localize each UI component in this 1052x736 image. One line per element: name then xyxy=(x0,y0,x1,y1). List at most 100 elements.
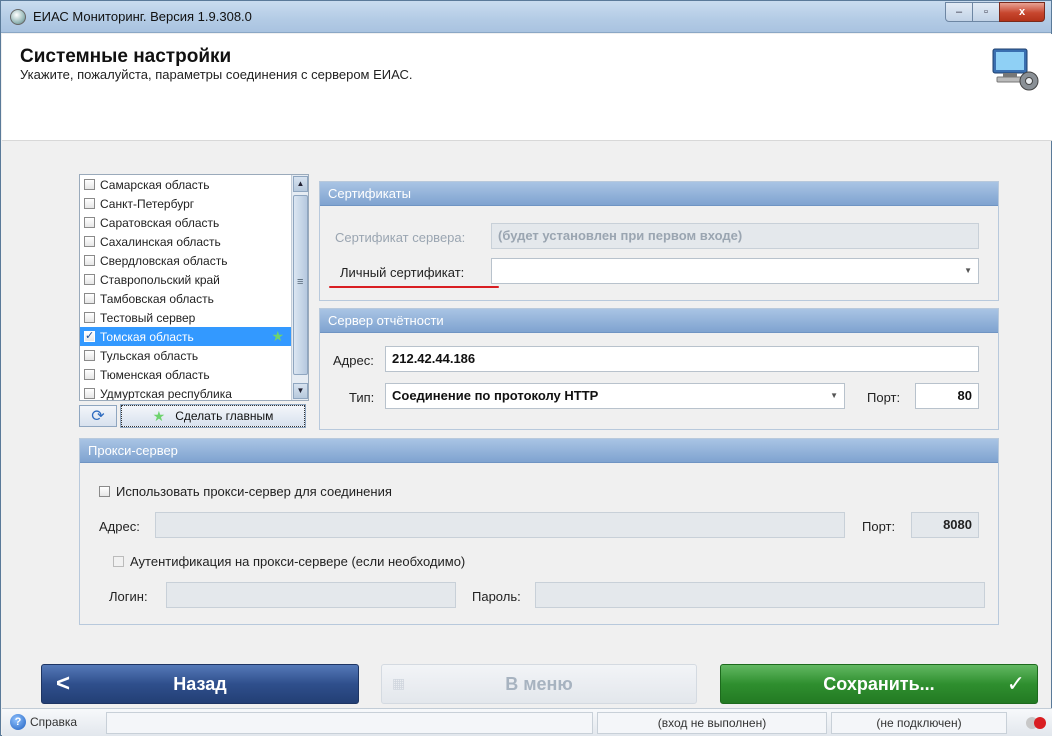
proxy-address-label: Адрес: xyxy=(99,519,140,534)
login-status: (вход не выполнен) xyxy=(597,712,827,734)
menu-icon: ▦ xyxy=(392,675,406,691)
list-item[interactable]: Тамбовская область xyxy=(80,289,308,308)
menu-label: В меню xyxy=(505,673,573,694)
menu-button: ▦ В меню xyxy=(381,664,697,704)
chevron-left-icon: < xyxy=(56,670,71,697)
region-checkbox[interactable] xyxy=(84,369,95,380)
region-checkbox[interactable] xyxy=(84,274,95,285)
server-port-input[interactable]: 80 xyxy=(915,383,979,409)
refresh-icon: ⟳ xyxy=(91,408,105,425)
red-dot-icon xyxy=(1034,717,1046,729)
proxy-login-input xyxy=(166,582,456,608)
region-label: Ставропольский край xyxy=(100,272,220,287)
connection-indicator xyxy=(1026,717,1046,729)
proxy-password-label: Пароль: xyxy=(472,589,521,604)
region-checkbox[interactable] xyxy=(84,312,95,323)
chevron-down-icon[interactable]: ▼ xyxy=(964,259,972,283)
server-port-label: Порт: xyxy=(867,390,901,405)
region-checkbox[interactable] xyxy=(84,329,95,342)
region-checkbox[interactable] xyxy=(84,179,95,190)
region-label: Самарская область xyxy=(100,177,210,192)
personal-certificate-label: Личный сертификат: xyxy=(340,265,465,280)
window-controls: – ▫ x xyxy=(945,2,1045,22)
region-checkbox[interactable] xyxy=(84,198,95,209)
checkbox-box[interactable] xyxy=(99,486,110,497)
scroll-thumb[interactable] xyxy=(293,195,308,375)
make-main-label: Сделать главным xyxy=(175,409,274,423)
status-bar: ? Справка (вход не выполнен) (не подключ… xyxy=(2,708,1052,736)
refresh-button[interactable]: ⟳ xyxy=(79,405,117,427)
certificates-heading: Сертификаты xyxy=(320,182,998,206)
region-label: Сахалинская область xyxy=(100,234,221,249)
use-proxy-label: Использовать прокси-сервер для соединени… xyxy=(116,484,392,499)
window-title: ЕИАС Мониторинг. Версия 1.9.308.0 xyxy=(33,9,252,24)
server-address-input[interactable]: 212.42.44.186 xyxy=(385,346,979,372)
list-item[interactable]: Санкт-Петербург xyxy=(80,194,308,213)
region-toolbar: ⟳ ★ Сделать главным xyxy=(79,404,306,429)
scroll-down-icon[interactable]: ▼ xyxy=(293,383,308,399)
list-item[interactable]: Томская область ★ xyxy=(80,327,308,346)
list-item[interactable]: Сахалинская область xyxy=(80,232,308,251)
settings-computer-icon xyxy=(992,48,1039,91)
server-type-label: Тип: xyxy=(349,390,375,405)
region-label: Томская область xyxy=(100,329,194,344)
region-checkbox[interactable] xyxy=(84,388,95,399)
list-item[interactable]: Тестовый сервер xyxy=(80,308,308,327)
region-list[interactable]: Самарская область Санкт-Петербург Саратовс… xyxy=(79,174,309,401)
server-certificate-field: (будет установлен при первом входе) xyxy=(491,223,979,249)
status-cell-empty xyxy=(106,712,593,734)
region-label: Тестовый сервер xyxy=(100,310,196,325)
scroll-up-icon[interactable]: ▲ xyxy=(293,176,308,192)
back-label: Назад xyxy=(173,673,227,694)
server-address-label: Адрес: xyxy=(333,353,374,368)
title-bar[interactable]: ЕИАС Мониторинг. Версия 1.9.308.0 – ▫ x xyxy=(1,1,1051,33)
checkbox-box[interactable] xyxy=(113,556,124,567)
proxy-heading: Прокси-сервер xyxy=(80,439,998,463)
save-label: Сохранить... xyxy=(823,673,935,694)
list-item[interactable]: Ставропольский край xyxy=(80,270,308,289)
list-item[interactable]: Свердловская область xyxy=(80,251,308,270)
list-item[interactable]: Тюменская область xyxy=(80,365,308,384)
page-subtitle: Укажите, пожалуйста, параметры соединени… xyxy=(20,67,413,82)
region-label: Тульская область xyxy=(100,348,199,363)
list-item[interactable]: Саратовская область xyxy=(80,213,308,232)
server-type-select[interactable]: Соединение по протоколу HTTP ▼ xyxy=(385,383,845,409)
star-icon: ★ xyxy=(152,407,166,424)
page-title: Системные настройки xyxy=(20,46,232,67)
region-scrollbar[interactable]: ▲ ▼ xyxy=(291,175,308,400)
help-icon: ? xyxy=(10,714,26,730)
save-button[interactable]: Сохранить... ✓ xyxy=(720,664,1038,704)
region-label: Удмуртская республика xyxy=(100,386,232,401)
highlight-underline xyxy=(329,286,499,288)
proxy-auth-label: Аутентификация на прокси-сервере (если н… xyxy=(130,554,466,569)
region-label: Тамбовская область xyxy=(100,291,214,306)
region-label: Тюменская область xyxy=(100,367,210,382)
server-type-value: Соединение по протоколу HTTP xyxy=(392,388,599,403)
back-button[interactable]: < Назад xyxy=(41,664,359,704)
make-main-button[interactable]: ★ Сделать главным xyxy=(120,404,306,428)
app-icon xyxy=(10,9,26,25)
region-checkbox[interactable] xyxy=(84,217,95,228)
region-checkbox[interactable] xyxy=(84,255,95,266)
list-item[interactable]: Самарская область xyxy=(80,175,308,194)
personal-certificate-select[interactable]: ▼ xyxy=(491,258,979,284)
region-label: Санкт-Петербург xyxy=(100,196,195,211)
minimize-button[interactable]: – xyxy=(945,2,973,22)
close-button[interactable]: x xyxy=(999,2,1045,22)
server-heading: Сервер отчётности xyxy=(320,309,998,333)
proxy-auth-checkbox[interactable]: Аутентификация на прокси-сервере (если н… xyxy=(113,554,465,569)
list-item[interactable]: Тульская область xyxy=(80,346,308,365)
maximize-button[interactable]: ▫ xyxy=(972,2,1000,22)
region-checkbox[interactable] xyxy=(84,236,95,247)
region-checkbox[interactable] xyxy=(84,350,95,361)
help-link[interactable]: ? Справка xyxy=(8,712,98,734)
server-certificate-label: Сертификат сервера: xyxy=(335,230,466,245)
help-label: Справка xyxy=(30,715,78,729)
region-label: Саратовская область xyxy=(100,215,220,230)
use-proxy-checkbox[interactable]: Использовать прокси-сервер для соединени… xyxy=(99,484,392,499)
connection-status: (не подключен) xyxy=(831,712,1007,734)
check-icon: ✓ xyxy=(1006,671,1025,696)
chevron-down-icon[interactable]: ▼ xyxy=(830,384,838,408)
list-item[interactable]: Удмуртская республика xyxy=(80,384,308,401)
region-checkbox[interactable] xyxy=(84,293,95,304)
